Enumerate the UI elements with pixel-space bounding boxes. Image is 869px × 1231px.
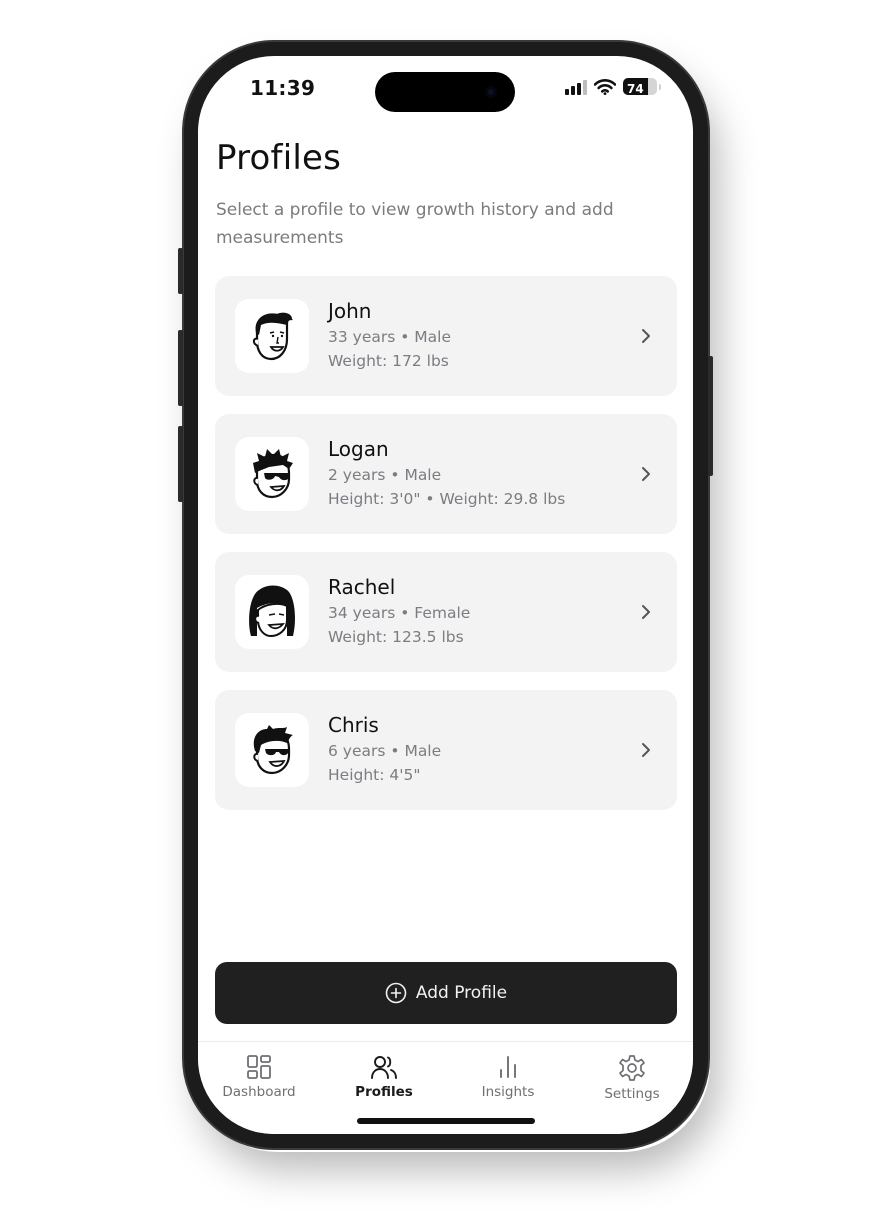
profile-info: John 33 years • Male Weight: 172 lbs [328, 298, 451, 373]
woman-avatar-icon [249, 585, 295, 638]
app-screen: 11:39 74 Profiles Select a profile to vi… [198, 56, 693, 1134]
page-title: Profiles [216, 138, 342, 178]
profile-age-gender: 34 years • Female [328, 604, 471, 622]
profile-age-gender: 2 years • Male [328, 466, 442, 484]
tab-label: Profiles [355, 1084, 413, 1100]
tab-profiles[interactable]: Profiles [329, 1054, 439, 1100]
profile-card-rachel[interactable]: Rachel 34 years • Female Weight: 123.5 l… [215, 552, 677, 672]
dynamic-island [375, 72, 515, 112]
profile-list: John 33 years • Male Weight: 172 lbs Log… [215, 276, 677, 828]
avatar [235, 437, 309, 511]
profile-info: Rachel 34 years • Female Weight: 123.5 l… [328, 574, 470, 649]
profile-info: Logan 2 years • Male Height: 3'0" • Weig… [328, 436, 565, 511]
bar-chart-icon [500, 1056, 516, 1078]
chevron-right-icon [642, 605, 650, 619]
camera-icon [485, 86, 497, 98]
profile-card-logan[interactable]: Logan 2 years • Male Height: 3'0" • Weig… [215, 414, 677, 534]
home-indicator[interactable] [357, 1118, 535, 1124]
tab-settings[interactable]: Settings [577, 1054, 687, 1102]
chevron-right-icon [642, 743, 650, 757]
profile-name: Logan [328, 437, 389, 461]
battery-icon: 74 [623, 78, 657, 95]
avatar [235, 299, 309, 373]
add-profile-label: Add Profile [415, 983, 508, 1003]
profile-measurements: Weight: 172 lbs [328, 352, 449, 370]
boy-sunglasses-avatar-icon [253, 449, 293, 499]
kid-sunglasses-avatar-icon [253, 725, 293, 775]
tab-label: Insights [481, 1084, 535, 1100]
man-avatar-icon [252, 312, 293, 361]
volume-down-button [178, 426, 183, 502]
status-icons: 74 [565, 78, 661, 95]
tab-label: Settings [604, 1086, 660, 1102]
chevron-right-icon [642, 467, 650, 481]
dashboard-grid-icon [247, 1055, 271, 1079]
status-time: 11:39 [250, 76, 316, 100]
cellular-signal-icon [565, 79, 587, 95]
battery-level: 74 [627, 82, 644, 95]
profile-name: Chris [328, 713, 379, 737]
profile-measurements: Height: 4'5" [328, 766, 421, 784]
wifi-icon [594, 78, 616, 95]
users-icon [371, 1056, 397, 1079]
power-button [708, 356, 713, 476]
profile-card-chris[interactable]: Chris 6 years • Male Height: 4'5" [215, 690, 677, 810]
profile-measurements: Height: 3'0" • Weight: 29.8 lbs [328, 490, 566, 508]
page-subtitle: Select a profile to view growth history … [216, 200, 614, 248]
tab-label: Dashboard [222, 1084, 296, 1100]
action-button [178, 248, 183, 294]
avatar [235, 713, 309, 787]
profile-info: Chris 6 years • Male Height: 4'5" [328, 712, 441, 787]
avatar [235, 575, 309, 649]
volume-up-button [178, 330, 183, 406]
profile-age-gender: 33 years • Male [328, 328, 452, 346]
chevron-right-icon [642, 329, 650, 343]
gear-icon [619, 1055, 645, 1081]
profile-card-john[interactable]: John 33 years • Male Weight: 172 lbs [215, 276, 677, 396]
tab-insights[interactable]: Insights [453, 1054, 563, 1100]
tab-dashboard[interactable]: Dashboard [204, 1054, 314, 1100]
plus-circle-icon [385, 982, 407, 1004]
profile-name: Rachel [328, 575, 396, 599]
add-profile-button[interactable]: Add Profile [215, 962, 677, 1024]
profile-name: John [328, 299, 372, 323]
profile-measurements: Weight: 123.5 lbs [328, 628, 464, 646]
battery-tip [659, 83, 661, 90]
profile-age-gender: 6 years • Male [328, 742, 442, 760]
